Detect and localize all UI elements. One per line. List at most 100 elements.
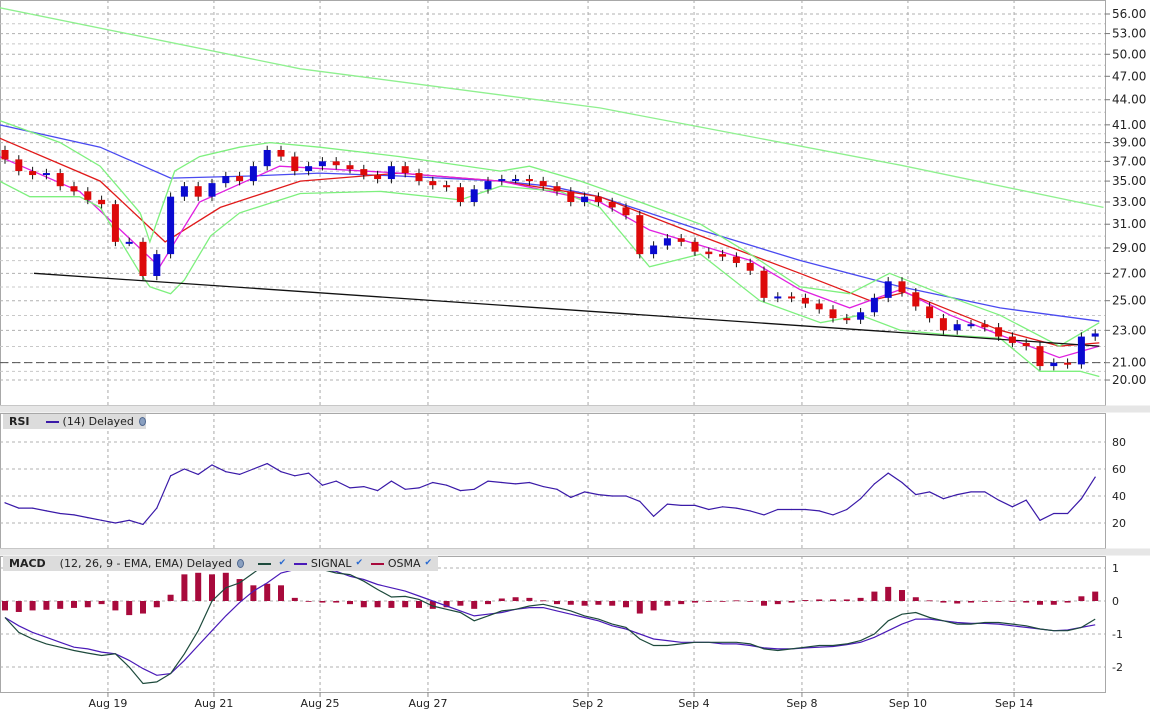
osma-bar bbox=[360, 601, 367, 608]
osma-bar bbox=[705, 601, 712, 602]
osma-bar bbox=[1078, 596, 1085, 601]
rsi-point bbox=[1011, 506, 1014, 508]
candle-body bbox=[967, 324, 975, 327]
rsi-point bbox=[818, 510, 820, 512]
osma-bar bbox=[595, 601, 602, 605]
rsi-point bbox=[349, 487, 351, 489]
osma-bar bbox=[195, 572, 202, 601]
osma-bar bbox=[29, 601, 36, 611]
rsi-tick-label: 60 bbox=[1112, 463, 1126, 476]
osma-bar bbox=[291, 597, 298, 601]
osma-bar bbox=[71, 601, 77, 608]
candle-body bbox=[318, 161, 326, 167]
osma-bar bbox=[678, 601, 685, 605]
candle-body bbox=[953, 324, 961, 331]
price-tick-label: 29.00 bbox=[1112, 241, 1146, 255]
osma-bar bbox=[485, 601, 491, 605]
osma-bar bbox=[968, 601, 974, 603]
candle-body bbox=[249, 166, 257, 182]
rsi-title: RSI bbox=[9, 415, 30, 428]
price-tick-label: 23.00 bbox=[1112, 323, 1146, 337]
rsi-point bbox=[749, 510, 751, 512]
candle-body bbox=[194, 186, 202, 197]
rsi-point bbox=[873, 483, 876, 485]
rsi-point bbox=[308, 472, 310, 474]
candle-body bbox=[995, 327, 1003, 337]
rsi-point bbox=[142, 523, 144, 525]
rsi-point bbox=[639, 500, 641, 502]
macd-settings-icon[interactable] bbox=[236, 559, 244, 568]
osma-bar bbox=[57, 601, 64, 609]
x-tick-label: Sep 8 bbox=[786, 697, 817, 710]
rsi-point bbox=[970, 491, 972, 493]
candle-body bbox=[788, 296, 796, 299]
candle-body bbox=[567, 191, 575, 203]
rsi-point bbox=[239, 473, 241, 475]
candle-body bbox=[84, 191, 92, 200]
price-tick-label: 47.00 bbox=[1112, 69, 1146, 83]
signal-toggle-checkbox[interactable]: ✔ bbox=[356, 559, 364, 568]
candle-body bbox=[939, 318, 947, 331]
rsi-point bbox=[446, 484, 448, 486]
osma-bar bbox=[857, 597, 864, 601]
rsi-point bbox=[390, 480, 392, 482]
macd-pane bbox=[0, 556, 1106, 693]
candle-body bbox=[332, 161, 340, 166]
osma-bar bbox=[264, 583, 271, 601]
candle bbox=[636, 210, 644, 259]
rsi-point bbox=[45, 510, 48, 512]
price-tick-label: 25.00 bbox=[1112, 294, 1146, 308]
candle-body bbox=[926, 306, 934, 319]
rsi-point bbox=[556, 488, 558, 490]
rsi-point bbox=[735, 507, 738, 509]
osma-bar bbox=[554, 601, 560, 605]
rsi-line-swatch bbox=[45, 420, 59, 423]
stock-chart: Aug 19 Aug 21 Aug 25 Aug 27 Sep 2 Sep 4 Sep 8 S… bbox=[0, 0, 1150, 710]
osma-bar bbox=[416, 601, 422, 608]
price-tick-label: 39.00 bbox=[1112, 136, 1146, 150]
signal-line-swatch bbox=[294, 562, 307, 565]
candle-body bbox=[277, 149, 285, 157]
osma-bar bbox=[816, 599, 823, 601]
osma-bar bbox=[1037, 601, 1043, 605]
macd-toggle-checkbox[interactable]: ✔ bbox=[279, 559, 287, 568]
osma-bar bbox=[181, 574, 188, 601]
osma-bar bbox=[926, 600, 933, 602]
candle-body bbox=[650, 245, 658, 255]
candle-body bbox=[346, 165, 354, 170]
candle bbox=[153, 249, 161, 281]
rsi-point bbox=[542, 485, 544, 488]
pane-separator bbox=[0, 548, 1150, 556]
rsi-point bbox=[777, 508, 779, 511]
macd-title: MACD bbox=[9, 557, 46, 570]
rsi-point bbox=[570, 496, 572, 498]
candle-body bbox=[829, 309, 837, 319]
candle-body bbox=[56, 173, 64, 187]
osma-bar bbox=[43, 601, 50, 610]
rsi-point bbox=[956, 494, 958, 496]
candle bbox=[167, 192, 175, 259]
rsi-point bbox=[515, 483, 517, 485]
osma-bar bbox=[1009, 601, 1016, 602]
osma-bar bbox=[140, 601, 146, 614]
osma-bar bbox=[112, 601, 119, 611]
candle-body bbox=[608, 202, 616, 208]
osma-toggle-checkbox[interactable]: ✔ bbox=[424, 559, 432, 568]
candle-body bbox=[1091, 333, 1099, 337]
rsi-point bbox=[73, 514, 75, 516]
x-tick-label: Aug 27 bbox=[408, 697, 447, 710]
price-tick-label: 50.00 bbox=[1112, 47, 1146, 61]
osma-bar bbox=[733, 600, 740, 602]
rsi-settings-icon[interactable] bbox=[138, 417, 146, 426]
rsi-point bbox=[1039, 519, 1041, 521]
candle-body bbox=[443, 185, 451, 188]
osma-bar bbox=[1050, 601, 1057, 605]
osma-bar bbox=[402, 601, 409, 608]
macd-params: (12, 26, 9 - EMA, EMA) Delayed bbox=[59, 557, 232, 570]
candle-body bbox=[98, 199, 106, 205]
rsi-point bbox=[1067, 512, 1069, 515]
rsi-point bbox=[31, 507, 34, 509]
osma-bar bbox=[692, 601, 698, 603]
osma-bar bbox=[719, 601, 726, 602]
candle-body bbox=[898, 281, 906, 293]
